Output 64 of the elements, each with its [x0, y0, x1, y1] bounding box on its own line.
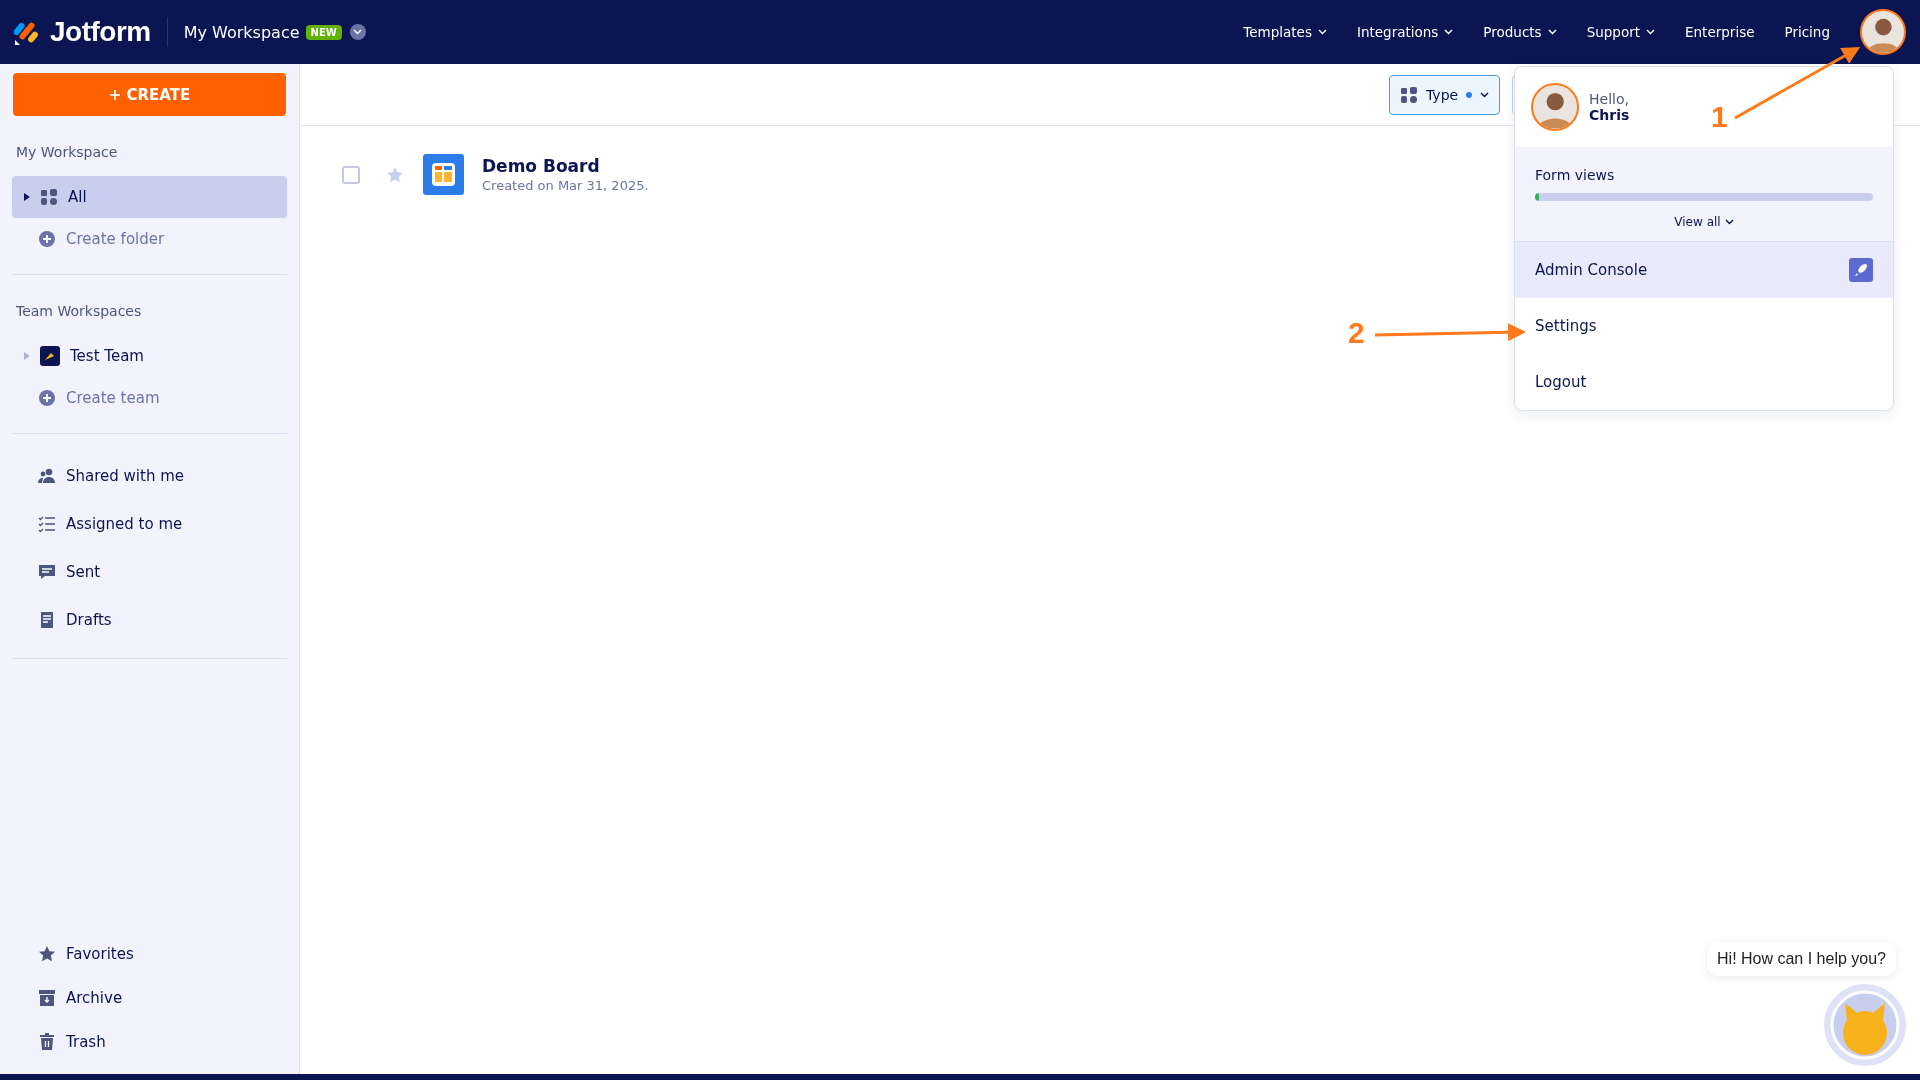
apps-grid-icon [40, 188, 58, 206]
sidebar-item[interactable]: Sent [12, 548, 287, 596]
chat-assistant-avatar[interactable] [1823, 983, 1907, 1067]
nav-link[interactable]: Support [1586, 24, 1656, 40]
chevron-down-icon [1444, 29, 1454, 35]
annotation-number: 1 [1711, 100, 1728, 134]
nav-link[interactable]: Templates [1243, 24, 1327, 40]
rocket-icon [1849, 258, 1873, 282]
section-heading: My Workspace [15, 143, 119, 162]
nav-link[interactable]: Products [1483, 24, 1557, 40]
user-name: Chris [1589, 107, 1630, 123]
board-title[interactable]: Demo Board [482, 156, 649, 176]
menu-item[interactable]: Logout [1515, 354, 1893, 410]
nav-link[interactable]: Enterprise [1685, 24, 1755, 40]
greeting-text: Hello, [1589, 91, 1630, 107]
annotation-number: 2 [1348, 316, 1365, 350]
people-icon [38, 467, 56, 485]
section-heading: Team Workspaces [15, 302, 143, 321]
chevron-down-icon [1724, 219, 1734, 225]
sidebar-item[interactable]: Shared with me [12, 452, 287, 500]
created-date: Created on Mar 31, 2025. [482, 178, 649, 193]
chevron-down-icon [1480, 91, 1490, 98]
board-icon [423, 154, 464, 195]
sidebar-item[interactable]: Trash [12, 1020, 287, 1064]
nav-link[interactable]: Pricing [1784, 24, 1830, 40]
plus-circle-icon [38, 389, 56, 407]
user-avatar[interactable] [1860, 9, 1906, 55]
logo-text[interactable]: Jotform [50, 16, 151, 48]
draft-document-icon [38, 611, 56, 629]
sidebar-item[interactable]: Drafts [12, 596, 287, 644]
menu-item[interactable]: Admin Console [1515, 242, 1893, 298]
chat-bubble: Hi! How can I help you? [1707, 942, 1896, 976]
star-icon [38, 945, 56, 963]
sidebar-item[interactable]: Create team [12, 377, 287, 419]
dropdown-toggle-icon[interactable] [349, 24, 366, 40]
sidebar-item[interactable]: Favorites [12, 932, 287, 976]
chevron-down-icon [353, 29, 363, 35]
team-icon [40, 346, 60, 366]
type-filter-button[interactable]: Type [1389, 74, 1501, 115]
menu-item[interactable]: Settings [1515, 298, 1893, 354]
archive-box-icon [38, 989, 56, 1007]
message-icon [38, 563, 56, 581]
usage-label: Form views [1535, 167, 1616, 183]
trash-icon [38, 1033, 56, 1051]
sidebar-item[interactable]: Assigned to me [12, 500, 287, 548]
star-icon[interactable] [386, 165, 404, 184]
nav-link[interactable]: Integrations [1356, 24, 1454, 40]
checklist-icon [38, 515, 56, 533]
plus-circle-icon [38, 230, 56, 248]
chevron-down-icon [1317, 29, 1327, 35]
apps-grid-icon [1400, 85, 1418, 104]
sidebar-item[interactable]: All [12, 176, 287, 218]
chevron-down-icon [1646, 29, 1656, 35]
sidebar-item[interactable]: Create folder [12, 218, 287, 260]
active-dot-icon [1466, 91, 1473, 98]
caret-right-icon [24, 352, 30, 360]
new-badge: NEW [305, 24, 342, 40]
caret-right-icon [24, 193, 30, 201]
chevron-down-icon [1547, 29, 1557, 35]
view-all-link[interactable]: View all [1674, 215, 1734, 229]
sidebar-item[interactable]: Archive [12, 976, 287, 1020]
workspace-title[interactable]: My Workspace [183, 22, 300, 42]
sidebar-item[interactable]: Test Team [12, 335, 287, 377]
row-checkbox[interactable] [342, 165, 360, 184]
